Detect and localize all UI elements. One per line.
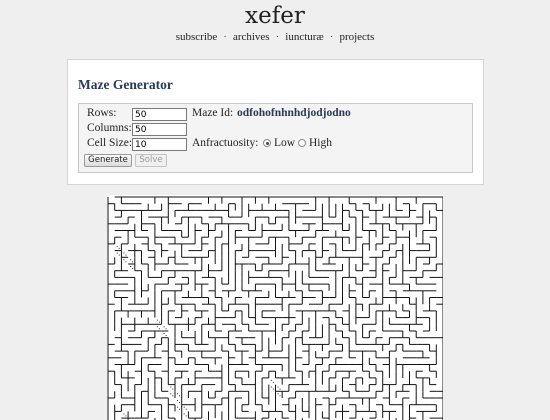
- nav-link-subscribe[interactable]: subscribe: [176, 31, 218, 43]
- maze-dot: [116, 252, 118, 254]
- maze-dot: [158, 321, 160, 323]
- maze-dot: [277, 386, 279, 388]
- maze-dot: [270, 386, 272, 388]
- maze-dot: [158, 328, 160, 330]
- maze-dot: [277, 393, 279, 395]
- maze-dot: [179, 395, 180, 397]
- maze-dot: [125, 261, 127, 263]
- maze-generator-panel: Maze Generator Rows: Maze Id: odfohofnhn…: [67, 59, 484, 185]
- radio-low[interactable]: [263, 139, 271, 147]
- nav-link-projects[interactable]: projects: [339, 31, 374, 43]
- maze-dot: [179, 402, 180, 403]
- maze-dot: [165, 328, 167, 330]
- maze-dot: [172, 395, 174, 397]
- nav-separator: ·: [223, 31, 227, 43]
- maze-dot: [118, 247, 120, 249]
- maze-dot: [185, 415, 187, 417]
- maze-dot: [279, 395, 281, 397]
- maze-dot: [183, 406, 185, 408]
- maze-form: Rows: Maze Id: odfohofnhnhdjodjodno Colu…: [78, 103, 473, 173]
- maze-dot: [185, 408, 187, 410]
- maze-dot: [156, 319, 158, 321]
- site-title[interactable]: xefer: [0, 3, 550, 29]
- maze-dot: [177, 400, 178, 401]
- maze-dot: [183, 413, 185, 415]
- option-high-label: High: [309, 137, 332, 149]
- maze-dot: [170, 393, 172, 395]
- maze-id-label: Maze Id:: [192, 107, 234, 119]
- maze-dot: [172, 388, 174, 390]
- maze-dot: [170, 386, 172, 388]
- maze-dot: [279, 388, 281, 390]
- maze-id-value: odfohofnhnhdjodjodno: [237, 107, 351, 119]
- anfractuosity-label: Anfractuosity:: [192, 137, 259, 149]
- cell-size-label: Cell Size:: [87, 137, 133, 149]
- site-nav: subscribe · archives · iuncturæ · projects: [0, 31, 550, 43]
- nav-separator: ·: [275, 31, 280, 43]
- maze-dot: [272, 381, 274, 383]
- maze-dot: [177, 406, 178, 408]
- maze-dot: [118, 254, 120, 256]
- maze-dot: [125, 254, 127, 256]
- maze-dot: [132, 261, 134, 263]
- maze-dot: [123, 413, 125, 415]
- option-low[interactable]: Low: [263, 137, 295, 149]
- maze-dot: [130, 259, 132, 261]
- maze-dot: [125, 415, 127, 417]
- nav-link-archives[interactable]: archives: [233, 31, 270, 43]
- maze-dot: [165, 335, 167, 336]
- maze-dot: [116, 245, 118, 247]
- maze-dot: [132, 268, 134, 269]
- option-high[interactable]: High: [298, 137, 332, 149]
- maze-dot: [163, 326, 165, 328]
- option-low-label: Low: [274, 137, 296, 149]
- maze-dot: [156, 326, 158, 328]
- nav-separator: ·: [329, 31, 334, 43]
- maze-dot: [179, 408, 180, 410]
- maze-dot: [123, 259, 125, 261]
- radio-high[interactable]: [298, 139, 306, 147]
- rows-label: Rows:: [87, 107, 117, 119]
- maze-dot: [177, 393, 178, 395]
- columns-input[interactable]: [132, 123, 187, 136]
- rows-input[interactable]: [132, 108, 187, 121]
- generate-button[interactable]: Generate: [84, 154, 132, 167]
- solve-button[interactable]: Solve: [135, 154, 167, 167]
- maze-dot: [130, 266, 132, 267]
- cell-size-input[interactable]: [132, 138, 187, 151]
- maze-dot: [270, 379, 272, 381]
- maze-dot: [123, 252, 125, 254]
- columns-label: Columns:: [87, 122, 132, 134]
- panel-title: Maze Generator: [78, 77, 173, 92]
- nav-link-iuncturae[interactable]: iuncturæ: [285, 31, 324, 43]
- maze-dot: [272, 388, 274, 390]
- maze-dot: [163, 333, 165, 334]
- maze-canvas: [107, 195, 443, 420]
